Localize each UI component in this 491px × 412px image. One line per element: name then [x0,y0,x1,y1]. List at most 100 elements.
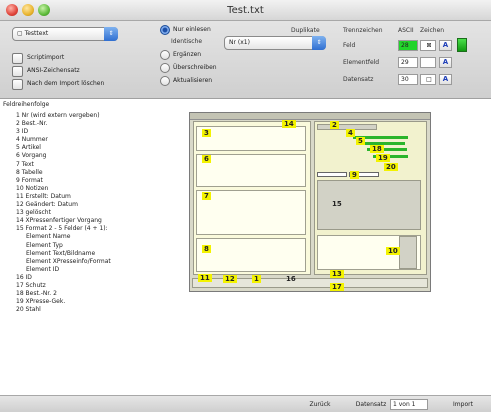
preview-panel [196,154,306,187]
preview-label: 13 [330,270,344,278]
preview-header-bar [190,113,430,120]
popup-arrows-icon: ⇕ [312,36,326,50]
record-char-input[interactable]: □ [420,74,436,85]
title-bar: Test.txt [0,0,491,21]
radio-update[interactable]: Aktualisieren [160,76,240,87]
checkbox-label: ANSI-Zeichensatz [27,67,80,74]
separator-field-label: Feld [343,42,356,49]
preview-label: 1 [252,275,261,283]
preview-label: 18 [370,145,384,153]
radio-label: Ergänzen [173,51,202,58]
main-content: Feldreihenfolge 1 Nr (wird extern vergeb… [0,99,491,395]
record-ascii-input[interactable]: 30 [398,74,418,85]
sequence-item[interactable]: Element Name [16,233,111,241]
sequence-item[interactable]: 6 Vorgang [16,152,111,160]
sequence-item[interactable]: 14 XPressenfertiger Vorgang [16,217,111,225]
record-counter-field[interactable]: 1 von 1 [390,399,428,410]
preview-label: 11 [198,274,212,282]
sequence-item[interactable]: Element Typ [16,242,111,250]
back-button[interactable]: Zurück [300,399,340,410]
field-ascii-input[interactable]: 28 [398,40,418,51]
sequence-item[interactable]: Element Text/Bildname [16,250,111,258]
preview-label: 16 [286,275,296,283]
separator-record-label: Datensatz [343,76,374,83]
preview-label: 2 [330,121,339,129]
field-sequence-list: 1 Nr (wird extern vergeben) 2 Best.-Nr. 3 … [16,112,111,314]
record-label: Datensatz [355,401,387,408]
field-font-button[interactable]: A [439,40,452,51]
preview-label: 19 [376,154,390,162]
preview-panel [196,190,306,235]
identical-popup[interactable]: Nr (x1) ⇕ [224,36,326,50]
field-char-input[interactable]: ⊠ [420,40,436,51]
file-popup-label: Testtext [24,30,49,37]
status-bar: Zurück Datensatz 1 von 1 Import [0,395,491,412]
preview-label: 10 [386,247,400,255]
script-import-checkbox[interactable]: Scriptimport [12,53,122,65]
preview-panel [196,126,306,151]
preview-tab [317,172,347,177]
sequence-item[interactable]: 11 Erstellt: Datum [16,193,111,201]
sequence-item[interactable]: 18 Best.-Nr. 2 [16,290,111,298]
import-button[interactable]: Import [443,399,483,410]
preview-label: 20 [384,163,398,171]
sequence-item[interactable]: 19 XPresse-Gek. [16,298,111,306]
sequence-item[interactable]: 13 gelöscht [16,209,111,217]
sequence-item[interactable]: Element XPresseinfo/Format [16,258,111,266]
preview-label: 15 [332,200,342,208]
sequence-item[interactable]: 15 Format 2 - 5 Felder (4 + 1): [16,225,111,233]
sequence-item[interactable]: 2 Best.-Nr. [16,120,111,128]
document-icon: ▢ [17,30,25,37]
radio-dot [160,76,170,86]
layout-preview: 3 6 7 8 11 12 1 16 14 2 4 5 18 19 20 9 1… [189,112,431,292]
char-header: Zeichen [420,27,445,34]
sequence-item[interactable]: 12 Geändert: Datum [16,201,111,209]
sequence-item[interactable]: 3 ID [16,128,111,136]
radio-overwrite[interactable]: Überschreiben [160,63,240,74]
record-font-button[interactable]: A [439,74,452,85]
checkbox-box [12,53,23,64]
delete-after-import-checkbox[interactable]: Nach dem Import löschen [12,79,132,91]
preview-label: 17 [330,283,344,291]
preview-label: 12 [223,275,237,283]
sequence-item[interactable]: 4 Nummer [16,136,111,144]
preview-label: 3 [202,129,211,137]
green-indicator-button[interactable] [457,38,467,52]
sequence-item[interactable]: 9 Format [16,177,111,185]
ansi-charset-checkbox[interactable]: ANSI-Zeichensatz [12,66,122,78]
element-ascii-input[interactable]: 29 [398,57,418,68]
preview-label: 9 [350,171,359,179]
sequence-item[interactable]: 16 ID [16,274,111,282]
radio-label: Nur einlesen [173,26,211,33]
sequence-item[interactable]: 1 Nr (wird extern vergeben) [16,112,111,120]
sequence-item[interactable]: Element ID [16,266,111,274]
window-title: Test.txt [227,5,264,16]
preview-label: 14 [282,120,296,128]
sequence-item[interactable]: 5 Artikel [16,144,111,152]
preview-label: 7 [202,192,211,200]
checkbox-box [12,79,23,90]
preview-label: 5 [356,137,365,145]
identical-popup-label: Nr (x1) [229,39,250,46]
checkbox-label: Scriptimport [27,54,65,61]
radio-read-only[interactable]: Nur einlesen [160,25,240,36]
radio-label: Überschreiben [173,64,217,71]
sequence-item[interactable]: 7 Text [16,161,111,169]
preview-label: 8 [202,245,211,253]
sequence-item[interactable]: 20 Stahl [16,306,111,314]
popup-arrows-icon: ⇕ [104,27,118,41]
radio-append[interactable]: Ergänzen [160,50,240,61]
radio-dot [160,50,170,60]
duplicates-label: Duplikate [291,27,320,34]
element-font-button[interactable]: A [439,57,452,68]
file-popup[interactable]: ▢ Testtext ⇕ [12,27,118,41]
sequence-item[interactable]: 8 Tabelle [16,169,111,177]
radio-dot [160,63,170,73]
checkbox-box [12,66,23,77]
ascii-header: ASCII [398,27,414,34]
element-char-input[interactable] [420,57,436,68]
sequence-item[interactable]: 10 Notizen [16,185,111,193]
preview-box [399,236,417,269]
sequence-item[interactable]: 17 Schutz [16,282,111,290]
radio-dot [160,25,170,35]
